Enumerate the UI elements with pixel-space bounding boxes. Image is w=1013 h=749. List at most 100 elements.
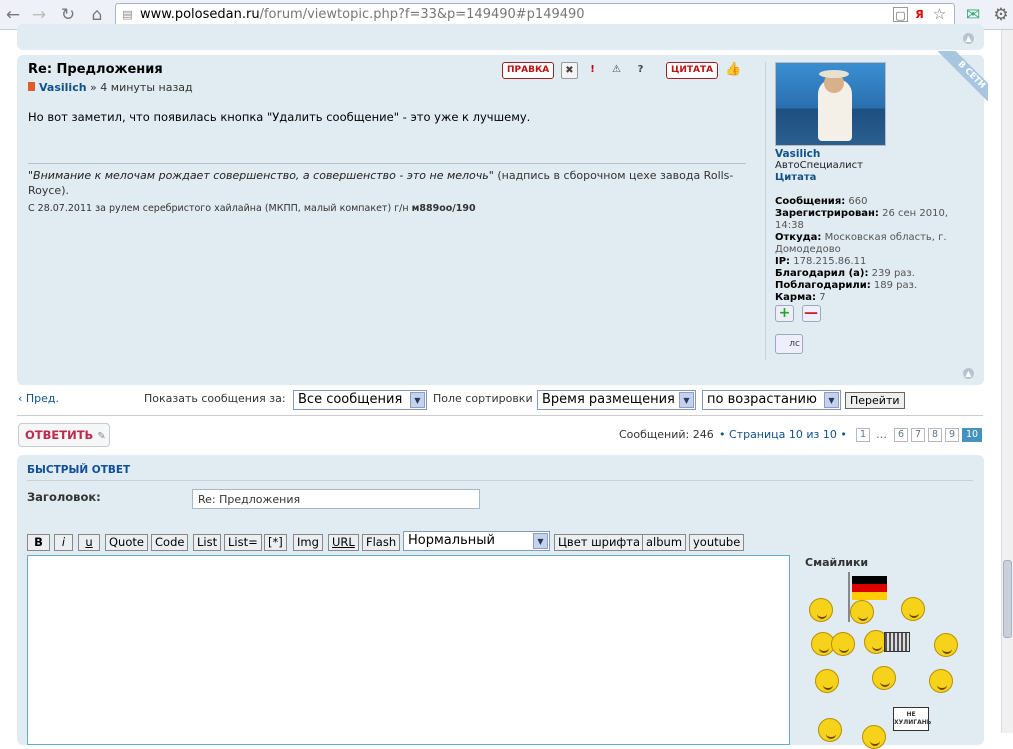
scrollbar-thumb[interactable] [1003,560,1012,638]
wrench-icon[interactable]: ⚙ [990,4,1012,26]
pencil-icon: ✎ [97,431,106,442]
chevron-down-icon: ▼ [679,392,694,408]
reload-icon[interactable]: ↻ [57,4,79,26]
signature-quote: "Внимание к мелочам рождает совершенство… [28,169,494,182]
page-link-6[interactable]: 6 [894,428,908,442]
page-link-7[interactable]: 7 [911,428,925,442]
cap-smiley-icon[interactable] [872,666,896,690]
code-button[interactable]: Code [151,534,189,551]
page-current-10: 10 [962,428,982,442]
list-button[interactable]: List [193,534,222,551]
back-icon[interactable]: ← [2,4,24,26]
karma-plus-button[interactable]: + [775,305,794,322]
font-color-button[interactable]: Цвет шрифта [554,534,645,551]
order-select[interactable]: по возрастанию ▼ [702,390,841,410]
go-button[interactable]: Перейти [845,392,905,409]
url-button[interactable]: URL [328,534,359,551]
sailor-smiley-icon[interactable] [818,718,842,742]
subject-label: Заголовок: [27,490,101,504]
yandex-icon[interactable]: Я [912,7,927,22]
post-author-line: Vasilich » 4 минуты назад [28,81,748,94]
profile-quote-link[interactable]: Цитата [775,172,975,184]
show-label: Показать сообщения за: [144,392,286,405]
page-link-9[interactable]: 9 [945,428,959,442]
chevron-down-icon: ▼ [533,533,548,549]
page-link-8[interactable]: 8 [928,428,942,442]
profile-username[interactable]: Vasilich [775,148,975,160]
page-action-icon[interactable]: ▢ [893,7,908,22]
italic-button[interactable]: i [54,534,73,551]
idea-smiley-icon[interactable] [901,597,925,621]
profile-fields: Сообщения: 660 Зарегистрирован: 26 сен 2… [775,196,949,303]
page-icon: ▤ [122,8,133,21]
forward-icon[interactable]: → [28,4,50,26]
prev-link[interactable]: ‹ Пред. [18,392,59,405]
flag-smiley-icon[interactable] [850,600,874,624]
address-bar[interactable]: ▤ www.polosedan.ru/forum/viewtopic.php?f… [115,3,955,26]
smiley-icon[interactable] [862,725,886,749]
crazy-smiley-icon[interactable] [934,633,958,657]
star-icon[interactable]: ☆ [932,7,947,22]
quote-button[interactable]: ЦИТАТА [666,62,719,79]
sign-smiley[interactable]: НЕ ХУЛИГАНЬ [893,707,931,731]
chevron-down-icon: ▼ [410,392,425,408]
page-link-1[interactable]: 1 [856,428,870,442]
url-path: /forum/viewtopic.php?f=33&p=149490#p1494… [259,7,585,22]
divider [17,415,983,416]
flash-button[interactable]: Flash [362,534,401,551]
chevron-down-icon: ▼ [824,392,839,408]
signature-car: С 28.07.2011 за рулем серебристого хайла… [28,203,409,214]
couple-smiley-2-icon[interactable] [831,632,855,656]
pm-button[interactable]: лс [775,334,803,354]
avatar[interactable] [775,62,886,146]
font-size-select[interactable]: Нормальный ▼ [403,531,550,551]
germany-flag-smiley[interactable] [852,576,887,600]
subject-input[interactable]: Re: Предложения [192,489,480,509]
accordion-icon [884,632,910,652]
quote-bbcode-button[interactable]: Quote [105,534,148,551]
hat-smiley-icon[interactable] [815,669,839,693]
signature-plate: м889оо/190 [411,203,476,214]
previous-post-panel: ▲ [17,24,984,50]
post-text: Но вот заметил, что появилась кнопка "Уд… [28,110,531,124]
youtube-button[interactable]: youtube [689,534,745,551]
author-link[interactable]: Vasilich [39,81,87,94]
girl-smiley-icon[interactable] [929,669,953,693]
back-to-top-icon[interactable]: ▲ [963,368,974,379]
pm-label: лс [789,339,800,349]
show-select[interactable]: Все сообщения ▼ [293,390,427,410]
divider [27,480,973,481]
profile-rank: АвтоСпециалист [775,160,863,171]
home-icon[interactable]: ⌂ [86,4,108,26]
karma-minus-button[interactable]: — [801,305,821,322]
back-to-top-icon[interactable]: ▲ [963,33,974,44]
sort-label: Поле сортировки [433,392,533,405]
post-time: » 4 минуты назад [90,81,193,94]
edit-button[interactable]: ПРАВКА [502,62,555,79]
signature: "Внимание к мелочам рождает совершенство… [28,163,746,216]
delete-icon[interactable]: ✖ [561,62,578,79]
list-item-button[interactable]: [*] [264,534,287,551]
underline-button[interactable]: u [78,534,100,551]
bold-button[interactable]: B [27,534,50,551]
post-profile: Vasilich АвтоСпециалист Цитата Сообщения… [765,62,975,360]
page-ellipsis: … [876,428,887,441]
mail-icon[interactable]: ✉ [962,4,984,26]
report-icon[interactable]: ⚠ [608,62,625,79]
list-ordered-button[interactable]: List= [224,534,262,551]
album-button[interactable]: album [642,534,687,551]
url-host: www.polosedan.ru [140,7,260,22]
info-icon[interactable]: ? [632,62,649,79]
reply-button[interactable]: ОТВЕТИТЬ ✎ [18,423,110,447]
img-button[interactable]: Img [293,534,323,551]
message-textarea[interactable] [27,555,790,745]
post-count: Сообщений: 246 [619,428,714,441]
sort-select[interactable]: Время размещения ▼ [537,390,696,410]
thanks-icon[interactable]: 👍 [725,62,742,79]
post-icon [28,82,35,91]
quick-reply-title: БЫСТРЫЙ ОТВЕТ [27,464,131,476]
warn-icon[interactable]: ! [584,62,601,79]
page-info: • Страница 10 из 10 • [719,428,847,441]
trophy-smiley-icon[interactable] [809,598,833,622]
scrollbar[interactable] [1001,30,1013,733]
